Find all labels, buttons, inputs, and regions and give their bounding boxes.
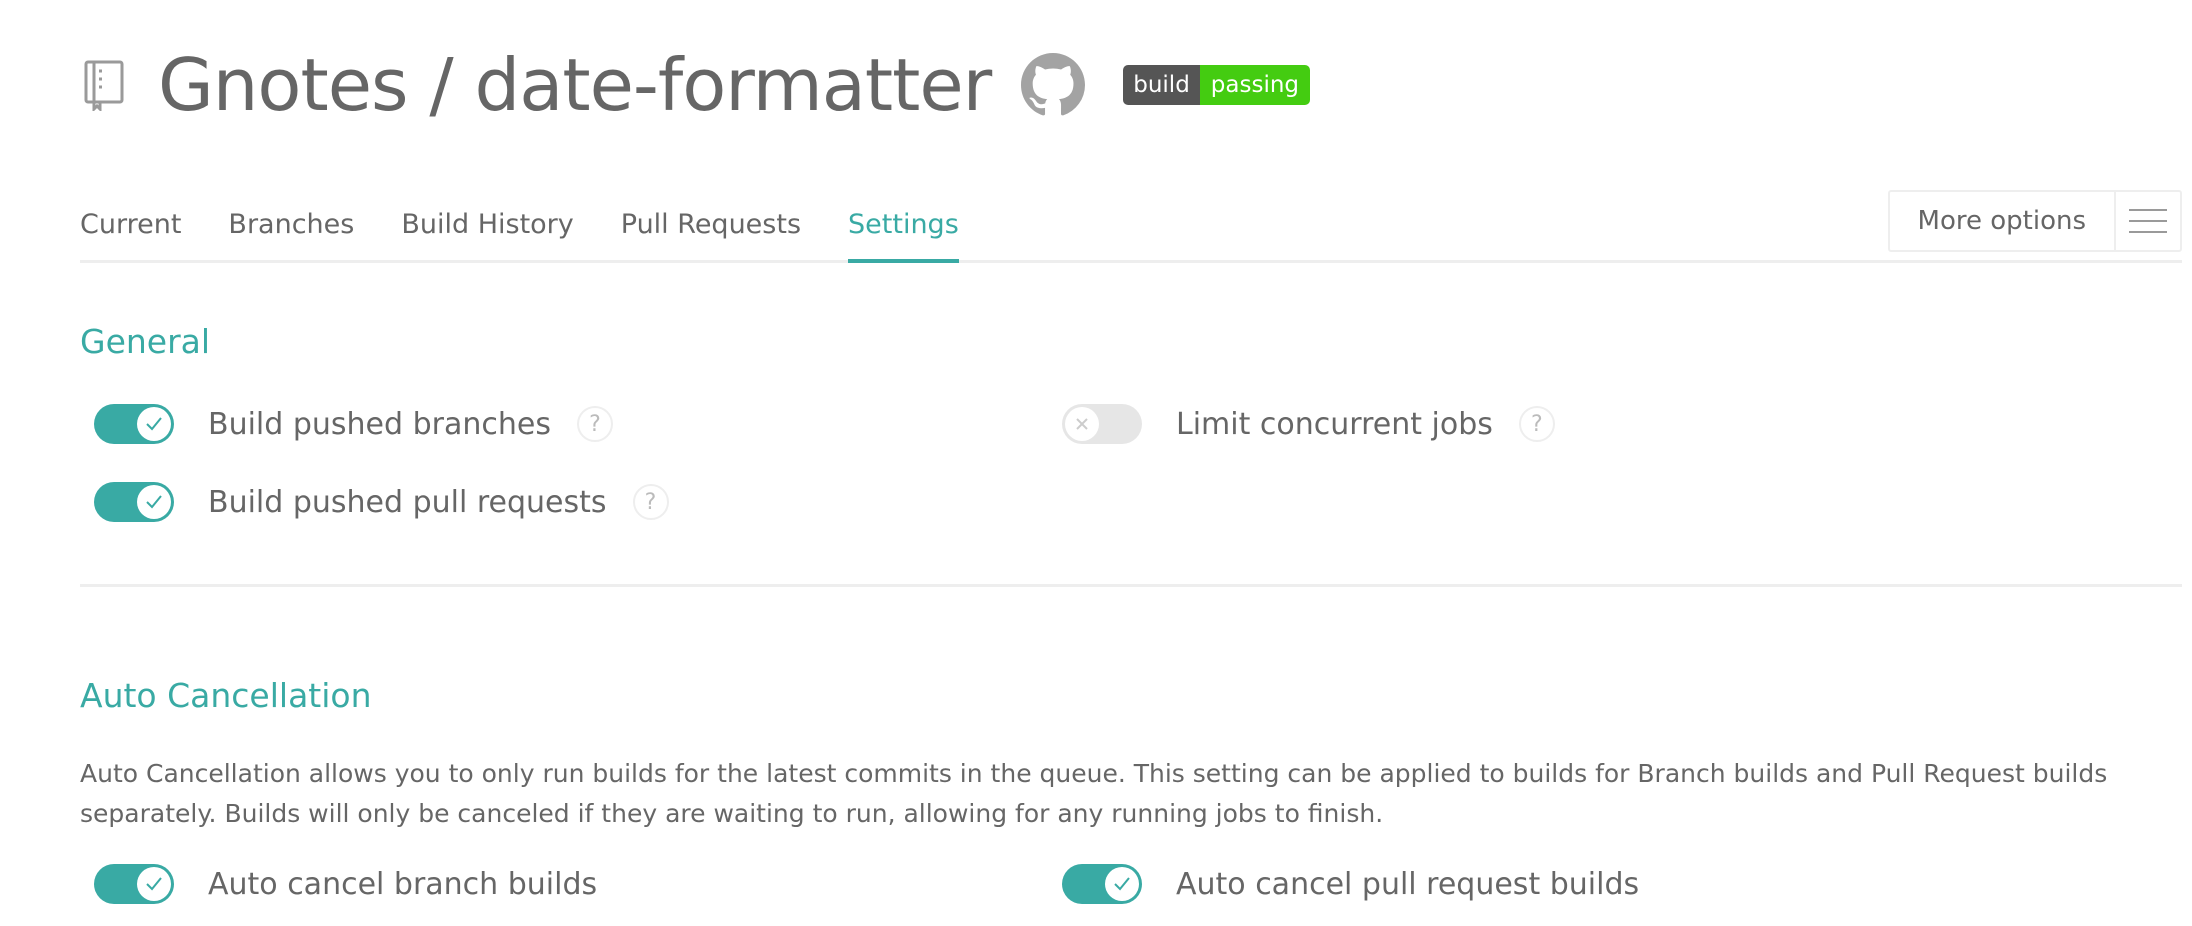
hamburger-menu-icon[interactable] xyxy=(2114,192,2180,250)
help-icon[interactable]: ? xyxy=(1518,406,1555,442)
setting-auto-cancel-branch-builds: Auto cancel branch builds xyxy=(94,862,597,906)
setting-build-pushed-pull-requests: Build pushed pull requests ? xyxy=(94,480,669,524)
tab-build-history[interactable]: Build History xyxy=(401,200,573,260)
build-status-badge[interactable]: build passing xyxy=(1123,65,1311,105)
setting-label: Limit concurrent jobs xyxy=(1176,406,1493,442)
help-icon[interactable]: ? xyxy=(576,406,613,442)
setting-label: Auto cancel pull request builds xyxy=(1176,866,1640,902)
settings-page: Gnotes / date-formatter build passing Cu… xyxy=(0,0,2192,926)
more-options-button[interactable]: More options xyxy=(1887,190,2182,252)
auto-cancel-branch-builds-toggle[interactable] xyxy=(94,864,174,904)
tab-list: Current Branches Build History Pull Requ… xyxy=(80,200,2182,263)
auto-cancel-pull-request-builds-toggle[interactable] xyxy=(1062,864,1142,904)
setting-label: Build pushed branches xyxy=(208,406,551,442)
setting-label: Build pushed pull requests xyxy=(208,484,607,520)
setting-label: Auto cancel branch builds xyxy=(208,866,598,902)
github-icon[interactable] xyxy=(1021,53,1086,117)
repo-header: Gnotes / date-formatter build passing xyxy=(80,40,1311,130)
auto-cancellation-section-title: Auto Cancellation xyxy=(80,676,372,715)
tab-branches[interactable]: Branches xyxy=(228,200,354,260)
check-icon xyxy=(137,485,171,519)
build-pushed-pull-requests-toggle[interactable] xyxy=(94,482,174,522)
repo-title: Gnotes / date-formatter xyxy=(158,43,992,127)
repo-tabs: Current Branches Build History Pull Requ… xyxy=(80,190,2182,263)
help-icon[interactable]: ? xyxy=(632,484,669,520)
check-icon xyxy=(1105,867,1139,901)
section-divider xyxy=(80,584,2182,587)
build-pushed-branches-toggle[interactable] xyxy=(94,404,174,444)
more-options-label: More options xyxy=(1917,206,2086,236)
setting-auto-cancel-pull-request-builds: Auto cancel pull request builds xyxy=(1062,862,1639,906)
tab-settings[interactable]: Settings xyxy=(848,200,959,263)
repo-icon xyxy=(80,58,128,112)
check-icon xyxy=(137,407,171,441)
setting-build-pushed-branches: Build pushed branches ? xyxy=(94,402,613,446)
setting-limit-concurrent-jobs: Limit concurrent jobs ? xyxy=(1062,402,1555,446)
auto-cancellation-description: Auto Cancellation allows you to only run… xyxy=(80,759,2108,828)
limit-concurrent-jobs-toggle[interactable] xyxy=(1062,404,1142,444)
close-icon xyxy=(1065,407,1099,441)
badge-label: build xyxy=(1123,65,1200,105)
tab-current[interactable]: Current xyxy=(80,200,181,260)
check-icon xyxy=(137,867,171,901)
badge-status: passing xyxy=(1199,65,1311,105)
tab-pull-requests[interactable]: Pull Requests xyxy=(621,200,801,260)
general-section-title: General xyxy=(80,322,211,361)
